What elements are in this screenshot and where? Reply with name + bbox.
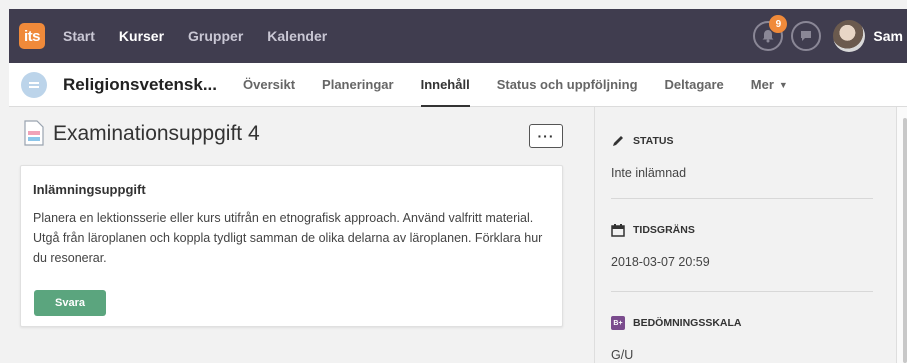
divider — [611, 291, 873, 292]
its-logo[interactable]: its — [19, 23, 45, 49]
calendar-icon — [611, 224, 625, 237]
tab-oversikt[interactable]: Översikt — [243, 63, 295, 107]
assignment-heading: Inlämningsuppgift — [33, 182, 146, 197]
course-icon — [21, 71, 47, 98]
grading-scale-label: Bedömningsskala — [633, 317, 742, 329]
grading-scale-section: B+ Bedömningsskala G/U — [611, 316, 875, 362]
divider — [611, 198, 873, 199]
course-title[interactable]: Religionsvetensk... — [63, 75, 217, 95]
deadline-section: Tidsgräns 2018-03-07 20:59 — [611, 223, 875, 269]
tab-innehall[interactable]: Innehåll — [420, 63, 470, 107]
notification-count-badge: 9 — [769, 15, 788, 33]
avatar[interactable] — [833, 20, 866, 52]
deadline-label: Tidsgräns — [633, 224, 695, 236]
top-navigation-bar: its Start Kurser Grupper Kalender 9 Sam — [9, 9, 907, 63]
grading-scale-value: G/U — [611, 348, 634, 362]
user-area: 9 Sam — [753, 15, 903, 52]
course-tabs: Översikt Planeringar Innehåll Status och… — [243, 63, 788, 107]
course-navigation-bar: Religionsvetensk... Översikt Planeringar… — [9, 63, 907, 107]
chat-bubble-icon — [801, 31, 812, 41]
tab-status-och-uppfoljning[interactable]: Status och uppföljning — [497, 63, 638, 107]
pencil-icon — [613, 136, 623, 146]
main-nav: Start Kurser Grupper Kalender — [63, 28, 327, 44]
nav-start[interactable]: Start — [63, 28, 95, 44]
notifications-button[interactable]: 9 — [753, 15, 788, 51]
answer-button[interactable]: Svara — [34, 290, 106, 316]
assignment-card: Inlämningsuppgift Planera en lektionsser… — [20, 165, 563, 327]
nav-kalender[interactable]: Kalender — [267, 28, 327, 44]
page-title: Examinationsuppgift 4 — [53, 122, 260, 145]
deadline-value: 2018-03-07 20:59 — [611, 255, 710, 269]
more-options-button[interactable]: ··· — [529, 124, 563, 148]
status-label: Status — [633, 135, 674, 147]
nav-grupper[interactable]: Grupper — [188, 28, 243, 44]
tab-planeringar[interactable]: Planeringar — [322, 63, 394, 107]
scrollbar-thumb[interactable] — [903, 118, 907, 363]
document-icon — [24, 120, 44, 146]
assignment-description: Planera en lektionsserie eller kurs utif… — [33, 211, 543, 265]
messages-button[interactable] — [791, 21, 822, 51]
grading-scale-icon: B+ — [611, 316, 625, 330]
status-value: Inte inlämnad — [611, 166, 687, 180]
tab-deltagare[interactable]: Deltagare — [665, 63, 724, 107]
assignment-info-sidebar: Status Inte inlämnad Tidsgräns 2018-03-0… — [594, 107, 888, 363]
user-name[interactable]: Sam — [873, 28, 903, 44]
tab-mer-label: Mer — [750, 77, 774, 92]
caret-down-icon: ▼ — [778, 79, 788, 90]
status-section: Status Inte inlämnad — [611, 134, 875, 180]
tab-mer[interactable]: Mer ▼ — [751, 63, 788, 107]
nav-kurser[interactable]: Kurser — [119, 28, 164, 44]
